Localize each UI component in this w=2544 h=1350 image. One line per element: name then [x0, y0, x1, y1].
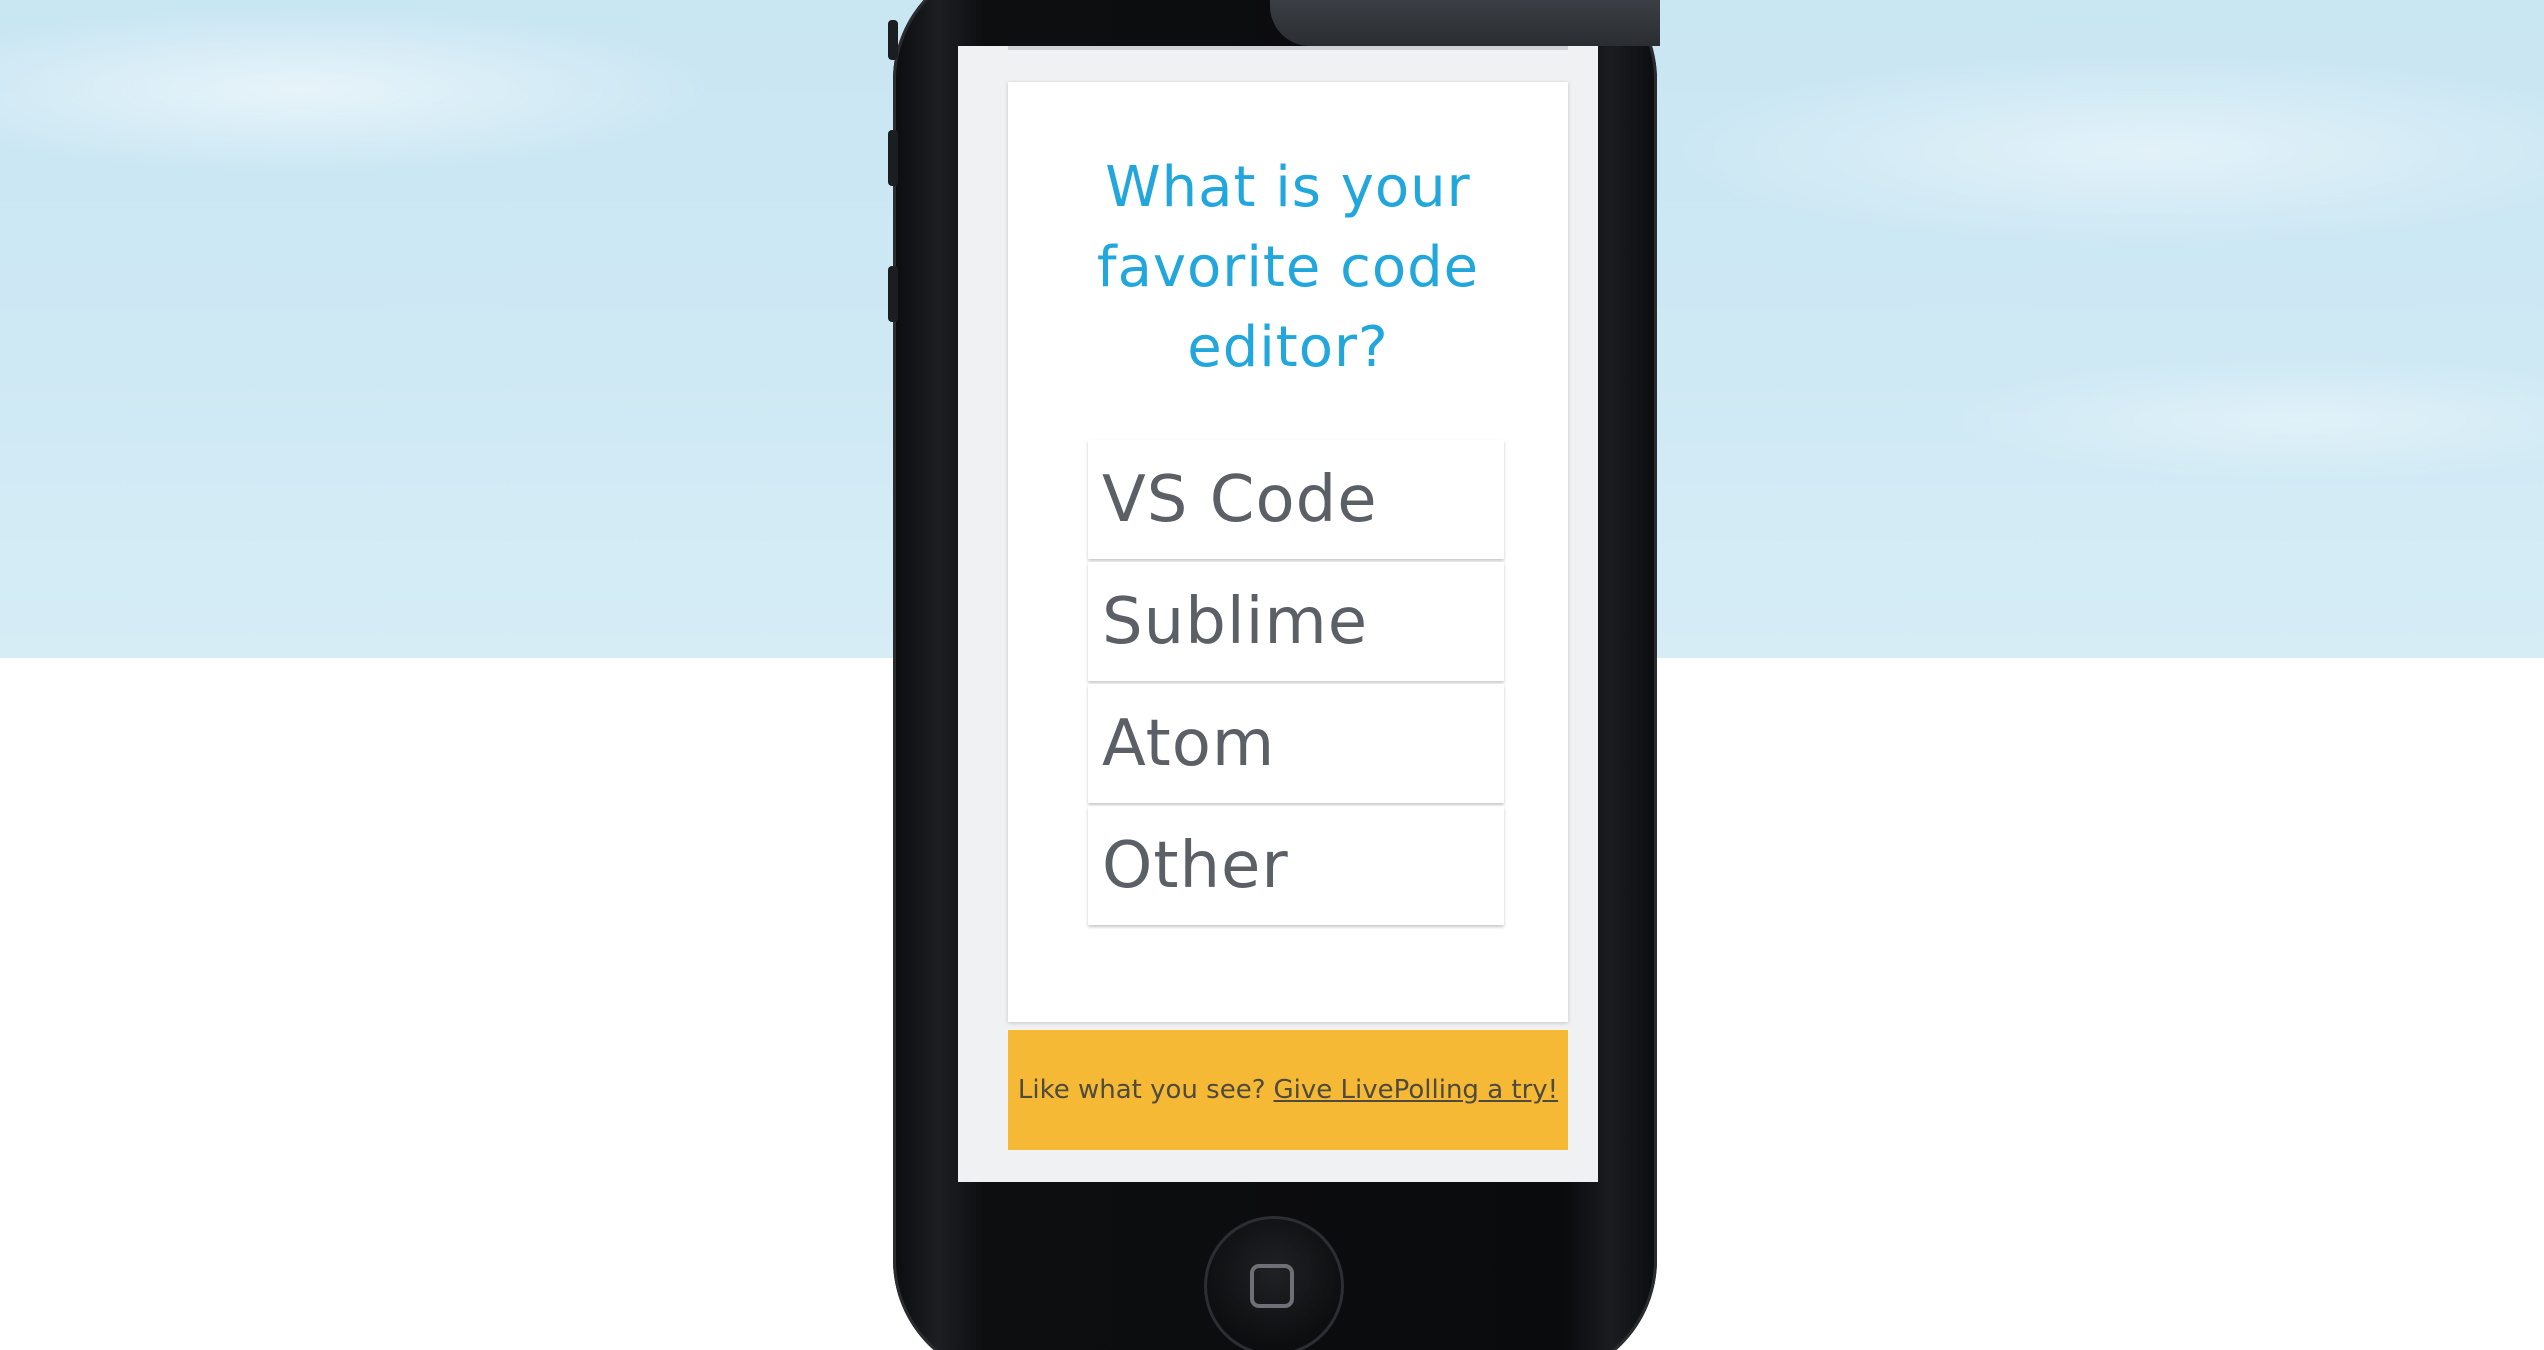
phone-side-button — [888, 130, 898, 186]
poll-option-vs-code[interactable]: VS Code — [1088, 440, 1504, 559]
poll-option-label: Sublime — [1102, 585, 1369, 659]
promo-banner: Like what you see? Give LivePolling a tr… — [1008, 1030, 1568, 1150]
poll-options: VS Code Sublime Atom Other — [1088, 440, 1504, 928]
landing-page: What is your favorite code editor? VS Co… — [0, 0, 2544, 1350]
poll-option-label: VS Code — [1102, 463, 1378, 537]
phone-side-button — [888, 266, 898, 322]
try-livepolling-link[interactable]: Give LivePolling a try! — [1274, 1075, 1559, 1105]
promo-text: Like what you see? — [1017, 1075, 1266, 1105]
phone-glare — [1270, 0, 1660, 46]
poll-option-atom[interactable]: Atom — [1088, 684, 1504, 803]
poll-option-other[interactable]: Other — [1088, 806, 1504, 925]
screen-divider — [1008, 46, 1568, 50]
poll-option-sublime[interactable]: Sublime — [1088, 562, 1504, 681]
poll-question: What is your favorite code editor? — [1096, 155, 1480, 380]
poll-option-label: Atom — [1102, 707, 1276, 781]
phone-side-button — [888, 20, 898, 60]
home-square-icon — [1250, 1264, 1294, 1308]
poll-option-label: Other — [1102, 829, 1289, 903]
